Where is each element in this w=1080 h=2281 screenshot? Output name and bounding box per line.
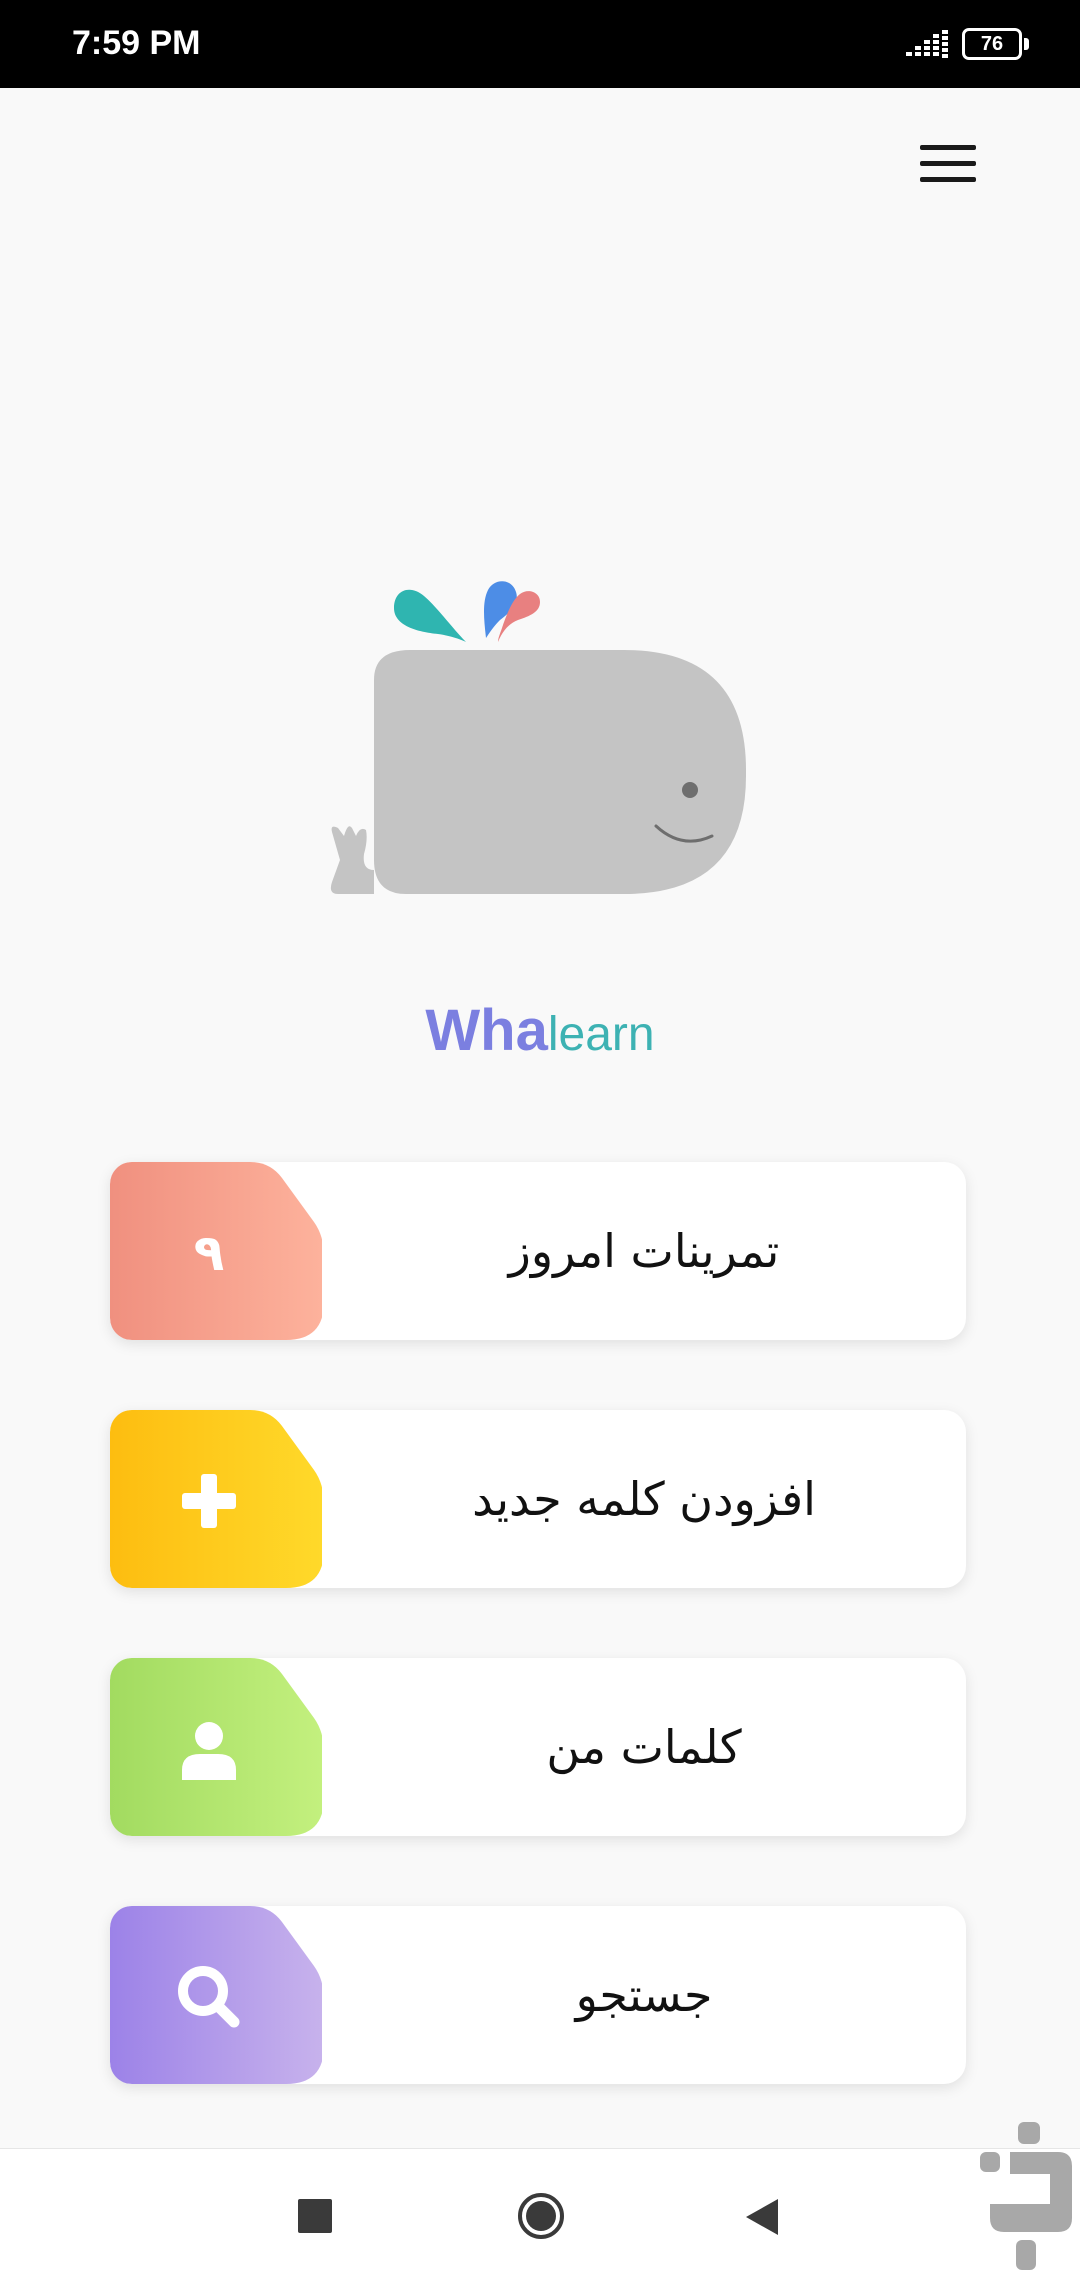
battery-icon: 76 xyxy=(962,28,1032,64)
user-icon xyxy=(166,1706,252,1792)
drop-teal xyxy=(394,589,466,642)
brand-name-part-a: Wha xyxy=(425,998,548,1063)
plus-icon xyxy=(166,1458,252,1544)
whale-body xyxy=(374,650,746,894)
todays-exercises-label: تمرینات امروز xyxy=(508,1224,780,1278)
recents-icon[interactable] xyxy=(298,2199,332,2233)
my-words-button[interactable]: کلمات من xyxy=(110,1658,966,1836)
todays-exercises-button[interactable]: ۹ تمرینات امروز xyxy=(110,1162,966,1340)
home-icon[interactable] xyxy=(516,2191,566,2241)
system-navigation-bar xyxy=(0,2148,1080,2281)
brand-name: Whalearn xyxy=(0,996,1080,1070)
back-icon[interactable] xyxy=(744,2197,780,2237)
store-watermark-icon xyxy=(980,2122,1072,2270)
status-time: 7:59 PM xyxy=(72,24,201,62)
search-badge xyxy=(110,1906,322,2084)
my-words-badge xyxy=(110,1658,322,1836)
search-icon xyxy=(166,1954,252,2040)
status-bar: 7:59 PM 76 xyxy=(0,0,1080,88)
add-new-word-button[interactable]: افزودن کلمه جدید xyxy=(110,1410,966,1588)
exercise-count: ۹ xyxy=(193,1224,225,1282)
add-new-word-label: افزودن کلمه جدید xyxy=(472,1472,816,1526)
whale-logo xyxy=(330,581,746,894)
whale-tail xyxy=(330,826,374,894)
my-words-label: کلمات من xyxy=(546,1720,742,1774)
signal-icon xyxy=(906,30,948,58)
battery-level: 76 xyxy=(980,33,1004,55)
add-word-badge xyxy=(110,1410,322,1588)
hamburger-menu-icon[interactable] xyxy=(914,138,982,190)
brand-name-part-b: learn xyxy=(547,1008,655,1061)
exercise-count-badge: ۹ xyxy=(110,1162,322,1340)
whale-eye xyxy=(682,782,698,798)
search-button[interactable]: جستجو xyxy=(110,1906,966,2084)
search-label: جستجو xyxy=(575,1968,713,2022)
